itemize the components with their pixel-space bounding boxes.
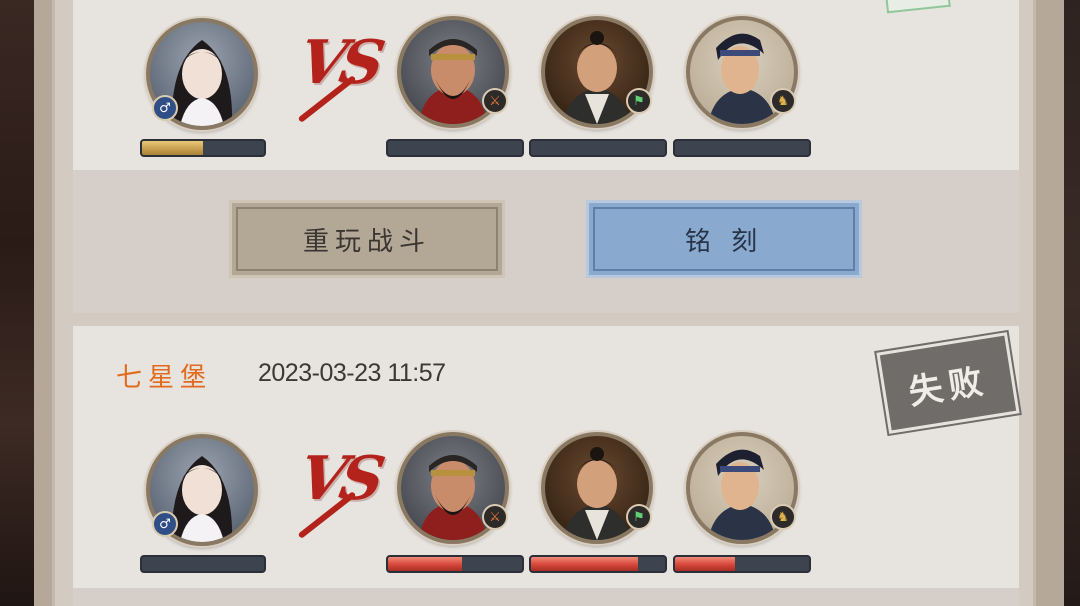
- replay-battle-button[interactable]: 重玩战斗: [229, 200, 505, 278]
- sword-icon: ⚔: [482, 504, 508, 530]
- male-symbol-icon: ♂: [152, 95, 178, 121]
- flag-icon: ⚑: [626, 504, 652, 530]
- enemy-hp-fill-3: [675, 557, 736, 571]
- battle-location: 七星堡: [116, 363, 213, 393]
- enemy-hp-bar-1: [386, 139, 524, 157]
- engrave-button[interactable]: 铭 刻: [586, 200, 862, 278]
- battle-actions-bar: [73, 588, 1019, 606]
- sword-icon: ⚔: [482, 88, 508, 114]
- enemy-hp-bar-2: [529, 139, 667, 157]
- male-symbol-icon: ♂: [152, 511, 178, 537]
- flag-icon: ⚑: [626, 88, 652, 114]
- horse-icon: ♞: [770, 504, 796, 530]
- enemy-hp-bar-2: [529, 555, 667, 573]
- enemy-hp-bar-3: [673, 555, 811, 573]
- player-hp-bar: [140, 139, 266, 157]
- player-hp-fill: [142, 141, 203, 155]
- horse-icon: ♞: [770, 88, 796, 114]
- player-hp-bar: [140, 555, 266, 573]
- enemy-hp-bar-1: [386, 555, 524, 573]
- battle-datetime: 2023-03-23 11:57: [258, 359, 446, 387]
- battle-actions-bar: [73, 170, 1019, 313]
- enemy-hp-fill-2: [531, 557, 639, 571]
- enemy-hp-bar-3: [673, 139, 811, 157]
- enemy-hp-fill-1: [388, 557, 462, 571]
